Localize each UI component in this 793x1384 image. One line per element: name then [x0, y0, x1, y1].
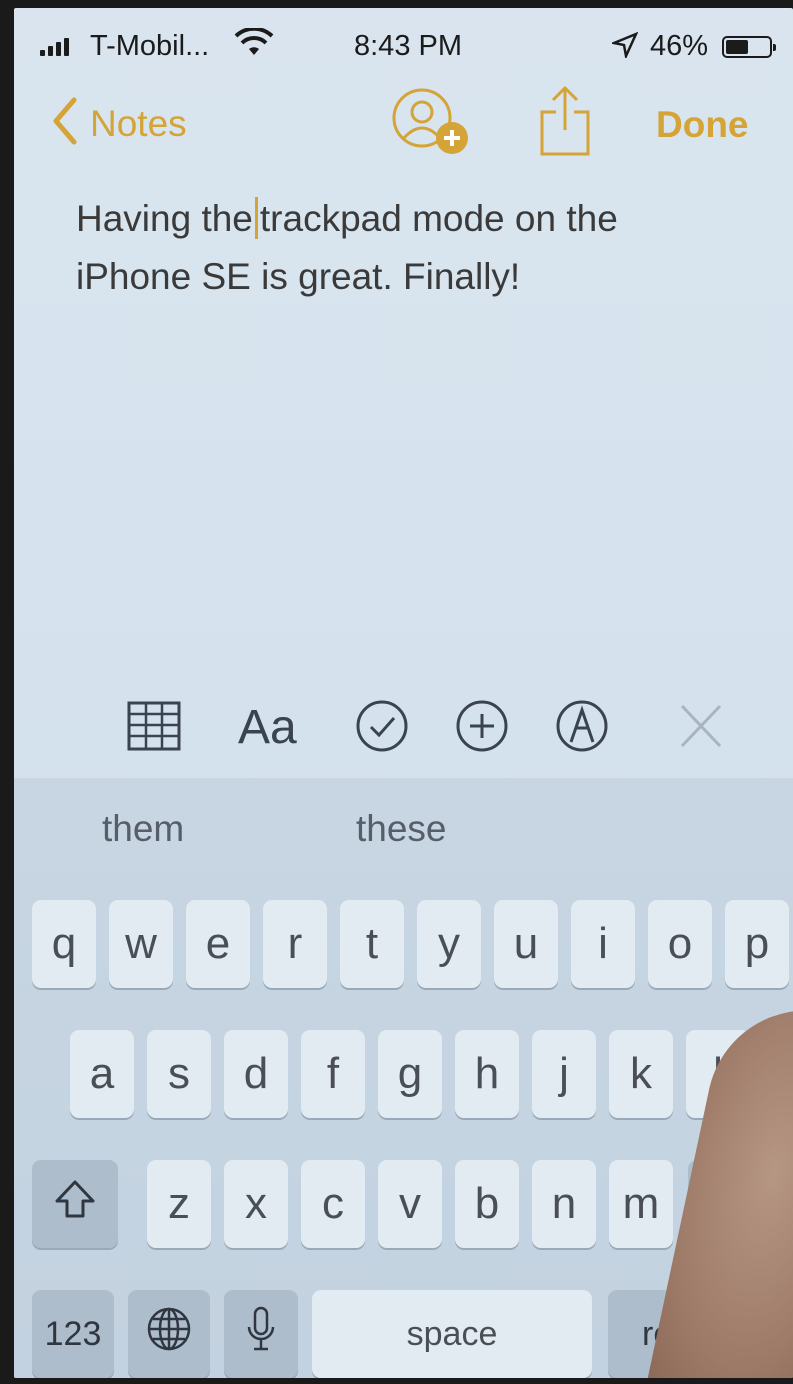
key-o[interactable]: o [648, 900, 712, 988]
key-s[interactable]: s [147, 1030, 211, 1118]
key-x[interactable]: x [224, 1160, 288, 1248]
key-y[interactable]: y [417, 900, 481, 988]
battery-icon [722, 36, 776, 58]
wifi-icon [234, 26, 274, 63]
key-h[interactable]: h [455, 1030, 519, 1118]
notes-screen: T-Mobil... 8:43 PM 46% Notes Done Having… [14, 8, 793, 1378]
key-b[interactable]: b [455, 1160, 519, 1248]
key-m[interactable]: m [609, 1160, 673, 1248]
back-label: Notes [90, 102, 187, 144]
checklist-icon[interactable] [354, 698, 410, 759]
share-icon[interactable] [538, 84, 592, 165]
note-text-area[interactable]: Having the trackpad mode on the iPhone SE… [76, 190, 736, 306]
close-toolbar-icon[interactable] [676, 698, 726, 759]
clock-label: 8:43 PM [354, 30, 462, 62]
add-attachment-icon[interactable] [454, 698, 510, 759]
back-button[interactable]: Notes [50, 96, 187, 151]
shift-key[interactable] [32, 1160, 118, 1248]
status-bar: T-Mobil... 8:43 PM 46% [14, 8, 793, 78]
key-w[interactable]: w [109, 900, 173, 988]
microphone-icon [245, 1305, 277, 1364]
signal-icon [40, 38, 69, 56]
numbers-key[interactable]: 123 [32, 1290, 114, 1378]
globe-key[interactable] [128, 1290, 210, 1378]
done-button[interactable]: Done [656, 104, 749, 146]
key-c[interactable]: c [301, 1160, 365, 1248]
text-format-button[interactable]: Aa [238, 700, 297, 755]
space-key[interactable]: space [312, 1290, 592, 1378]
suggestion-them[interactable]: them [102, 808, 184, 850]
dictation-key[interactable] [224, 1290, 298, 1378]
key-t[interactable]: t [340, 900, 404, 988]
format-toolbar: Aa [14, 688, 793, 776]
key-f[interactable]: f [301, 1030, 365, 1118]
add-people-icon[interactable] [390, 88, 474, 165]
key-v[interactable]: v [378, 1160, 442, 1248]
globe-icon [146, 1306, 192, 1363]
markup-icon[interactable] [554, 698, 610, 759]
carrier-label: T-Mobil... [90, 30, 210, 62]
key-j[interactable]: j [532, 1030, 596, 1118]
key-k[interactable]: k [609, 1030, 673, 1118]
key-n[interactable]: n [532, 1160, 596, 1248]
key-r[interactable]: r [263, 900, 327, 988]
key-q[interactable]: q [32, 900, 96, 988]
key-p[interactable]: p [725, 900, 789, 988]
shift-arrow-icon [53, 1179, 97, 1230]
battery-percent: 46% [650, 30, 709, 62]
key-a[interactable]: a [70, 1030, 134, 1118]
key-e[interactable]: e [186, 900, 250, 988]
key-u[interactable]: u [494, 900, 558, 988]
note-text-before-cursor: Having the [76, 198, 253, 239]
table-icon[interactable] [126, 698, 182, 759]
key-i[interactable]: i [571, 900, 635, 988]
location-arrow-icon [609, 31, 639, 63]
text-cursor [254, 197, 258, 239]
key-g[interactable]: g [378, 1030, 442, 1118]
key-z[interactable]: z [147, 1160, 211, 1248]
suggestion-these[interactable]: these [356, 808, 447, 850]
key-d[interactable]: d [224, 1030, 288, 1118]
chevron-left-icon [50, 96, 78, 151]
